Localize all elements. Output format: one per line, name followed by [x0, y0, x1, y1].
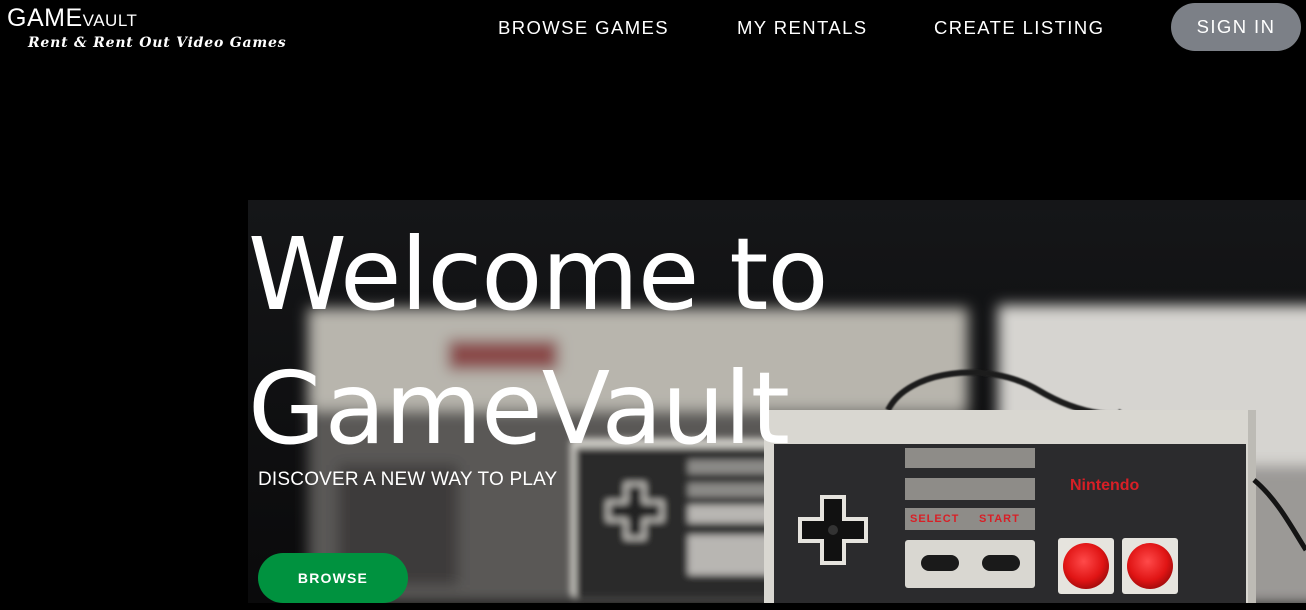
nav-browse-games-link[interactable]: BROWSE GAMES [498, 17, 669, 39]
nav-my-rentals-link[interactable]: MY RENTALS [737, 17, 868, 39]
nav-create-listing-link[interactable]: CREATE LISTING [934, 17, 1104, 39]
hero-title: Welcome to GameVault [248, 216, 829, 467]
controller-select-text: SELECT [910, 513, 959, 525]
hero-section: Nintendo SELECT START Welcome to GameVau… [248, 200, 1306, 603]
hero-subtitle: DISCOVER A NEW WAY TO PLAY [258, 469, 558, 490]
controller-brand-text: Nintendo [1070, 477, 1140, 494]
controller-start-text: START [979, 513, 1020, 525]
sign-in-button[interactable]: SIGN IN [1171, 3, 1301, 51]
top-navigation: BROWSE GAMES MY RENTALS CREATE LISTING S… [0, 0, 1306, 56]
browse-button[interactable]: BROWSE [258, 553, 408, 603]
